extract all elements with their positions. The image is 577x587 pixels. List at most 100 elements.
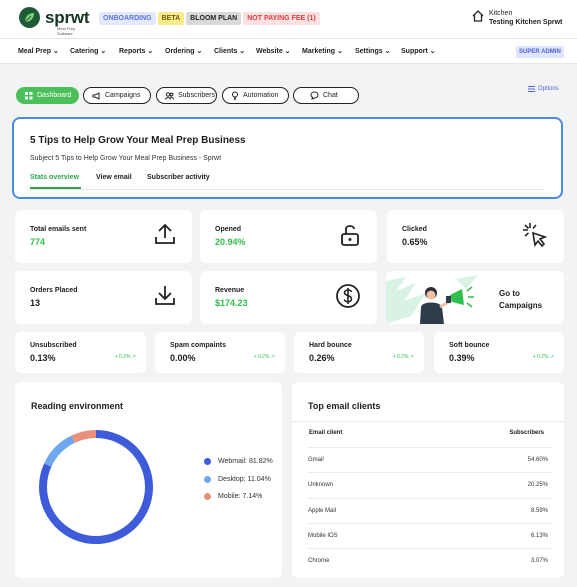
subtab-stats-overview[interactable]: Stats overview [30,174,79,181]
sprwt-logo[interactable]: sprwt Meal Prep Software [19,7,90,36]
mini-stat-label: Unsubscribed [30,342,77,349]
tab-automation[interactable]: Automation [222,87,289,104]
table-row: Gmail 54.60% [308,447,552,469]
reading-environment-card: Reading environment Webmail: 81.82% Desk… [15,382,282,578]
legend-desktop: Desktop: 11.04% [204,476,271,483]
column-header-subscribers: Subscribers [509,430,544,436]
dollar-circle-icon [336,284,360,308]
stat-label: Opened [215,226,242,233]
leaf-icon [19,7,40,28]
stat-value: $174.23 [215,298,248,308]
users-icon [165,91,174,100]
stat-value: 20.94% [215,237,246,247]
table-row: Mobile IOS 6.13% [308,523,552,545]
legend-mobile: Mobile: 7.14% [204,493,262,500]
table-row: Apple Mail 8.59% [308,498,552,520]
cursor-click-icon [523,223,548,248]
column-header-client: Email client [309,430,343,436]
mini-stat-value: 0.39% [449,353,475,363]
mini-stat-label: Spam compaints [170,342,227,349]
stat-value: 0.65% [402,237,428,247]
reading-donut-chart [39,430,153,544]
nav-clients[interactable]: Clients ⌄ [214,47,245,55]
tab-subscribers[interactable]: Subscribers [156,87,217,104]
nav-marketing[interactable]: Marketing ⌄ [302,47,343,55]
tab-chat[interactable]: Chat [293,87,359,104]
stat-label: Revenue [215,287,245,294]
status-badges: ONBOARDING BETA BLOOM PLAN NOT PAYING FE… [99,12,320,25]
donut-segment-desktop [44,435,75,467]
nav-website[interactable]: Website ⌄ [256,47,291,55]
mini-stat-label: Hard bounce [309,342,352,349]
mini-stat-soft-bounce: Soft bounce 0.39% + 0.2% ↗ [434,332,564,373]
mini-stat-value: 0.13% [30,353,56,363]
stat-revenue: Revenue $174.23 [200,271,377,324]
tab-campaigns[interactable]: Campaigns [83,87,151,104]
subtab-subscriber-activity[interactable]: Subscriber activity [147,174,210,181]
plan-badge: BLOOM PLAN [186,12,242,25]
donut-segment-mobile [71,430,97,443]
trend-indicator: + 0.2% ↗ [392,354,414,360]
campaign-illustration [386,275,478,324]
top-email-clients-title: Top email clients [308,401,381,411]
tab-divider [30,189,544,190]
brand-tagline: Meal Prep Software [57,26,76,36]
stat-value: 774 [30,237,46,247]
super-admin-badge[interactable]: SUPER ADMIN [516,46,564,58]
nav-settings[interactable]: Settings ⌄ [355,47,390,55]
subtab-view-email[interactable]: View email [96,174,132,181]
nav-support[interactable]: Support ⌄ [401,47,436,55]
brand-name: sprwt [45,7,90,27]
mini-stat-hard-bounce: Hard bounce 0.26% + 0.2% ↗ [294,332,424,373]
stat-label: Total emails sent [30,226,87,233]
email-title: 5 Tips to Help Grow Your Meal Prep Busin… [30,135,246,146]
kitchen-name: Testing Kitchen Sprwt [489,19,563,26]
kitchen-label: Kitchen [489,10,513,17]
kitchen-selector[interactable]: Kitchen Testing Kitchen Sprwt [471,9,562,27]
dashboard-icon [25,91,33,99]
not-paying-badge[interactable]: NOT PAYING FEE (1) [243,12,320,25]
go-to-campaigns-card[interactable]: Go to Campaigns [386,271,564,324]
header-divider [292,421,564,422]
megaphone-icon [92,91,100,100]
reading-environment-title: Reading environment [31,401,124,411]
stat-orders: Orders Placed 13 [15,271,192,324]
mini-stat-spam: Spam compaints 0.00% + 0.2% ↗ [155,332,285,373]
legend-dot [204,458,211,465]
nav-ordering[interactable]: Ordering ⌄ [165,47,202,55]
legend-dot [204,493,211,500]
mini-stat-value: 0.00% [170,353,196,363]
trend-indicator: + 0.2% ↗ [253,354,275,360]
onboarding-badge[interactable]: ONBOARDING [99,12,156,25]
stat-value: 13 [30,298,41,308]
main-nav: Meal Prep ⌄ Catering ⌄ Reports ⌄ Orderin… [0,39,577,64]
upload-icon [155,223,175,244]
email-subject: Subject 5 Tips to Help Grow Your Meal Pr… [30,155,222,162]
mini-stat-value: 0.26% [309,353,335,363]
home-icon [472,10,484,22]
options-button[interactable]: Options [528,86,559,92]
top-bar: sprwt Meal Prep Software ONBOARDING BETA… [0,0,577,39]
nav-meal-prep[interactable]: Meal Prep ⌄ [18,47,59,55]
nav-reports[interactable]: Reports ⌄ [119,47,153,55]
lightbulb-icon [232,91,238,100]
legend-webmail: Webmail: 81.82% [204,458,273,465]
mini-stat-unsubscribed: Unsubscribed 0.13% + 0.2% ↗ [15,332,146,373]
table-row: Unknown 20.25% [308,472,552,494]
top-email-clients-card: Top email clients Email client Subscribe… [292,382,564,578]
nav-catering[interactable]: Catering ⌄ [70,47,106,55]
go-to-campaigns-label[interactable]: Go to Campaigns [499,288,559,312]
chat-icon [310,91,319,100]
download-icon [155,286,175,305]
stat-opened: Opened 20.94% [200,210,377,263]
beta-badge: BETA [157,12,185,25]
stat-clicked: Clicked 0.65% [387,210,564,263]
email-summary-card: 5 Tips to Help Grow Your Meal Prep Busin… [12,117,563,199]
table-row: Chrome 3.07% [308,548,552,570]
stat-label: Clicked [402,226,427,233]
trend-indicator: + 0.2% ↗ [532,354,554,360]
mini-stat-label: Soft bounce [449,342,490,349]
tab-dashboard[interactable]: Dashboard [16,87,79,104]
menu-icon [528,86,535,92]
stat-label: Orders Placed [30,287,78,294]
